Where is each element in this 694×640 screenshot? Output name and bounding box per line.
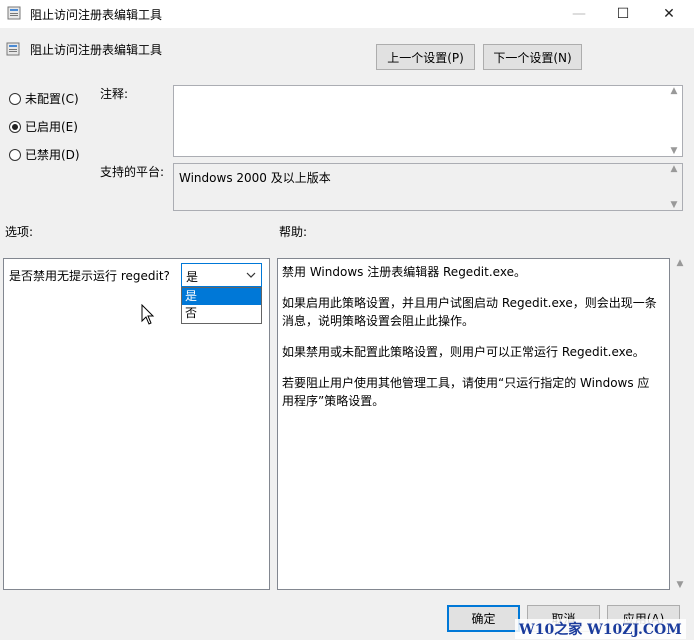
help-paragraph: 禁用 Windows 注册表编辑器 Regedit.exe。 <box>282 265 526 279</box>
radio-label: 未配置(C) <box>25 92 79 106</box>
help-scrollbar[interactable]: ▲ ▼ <box>672 258 688 590</box>
option-question: 是否禁用无提示运行 regedit? <box>9 269 170 283</box>
close-icon: ✕ <box>663 6 675 22</box>
scroll-up-icon[interactable]: ▲ <box>671 86 678 96</box>
minimize-button[interactable]: — <box>556 0 602 28</box>
platform-field: Windows 2000 及以上版本 ▲ ▼ <box>173 163 683 211</box>
platform-scrollbar[interactable]: ▲ ▼ <box>666 164 682 210</box>
title-bar: 阻止访问注册表编辑工具 — ☐ ✕ <box>0 0 694 28</box>
policy-name: 阻止访问注册表编辑工具 <box>30 43 163 57</box>
scroll-down-icon[interactable]: ▼ <box>671 200 678 210</box>
close-button[interactable]: ✕ <box>646 0 692 28</box>
scroll-up-icon[interactable]: ▲ <box>677 258 684 268</box>
previous-setting-button[interactable]: 上一个设置(P) <box>376 44 475 70</box>
next-setting-button[interactable]: 下一个设置(N) <box>483 44 582 70</box>
help-panel: 禁用 Windows 注册表编辑器 Regedit.exe。 如果启用此策略设置… <box>277 258 670 590</box>
help-paragraph: 如果禁用或未配置此策略设置，则用户可以正常运行 Regedit.exe。 <box>282 345 645 359</box>
scroll-up-icon[interactable]: ▲ <box>671 164 678 174</box>
maximize-button[interactable]: ☐ <box>600 0 646 28</box>
minimize-icon: — <box>572 6 586 22</box>
radio-label: 已禁用(D) <box>25 148 80 162</box>
radio-not-configured[interactable]: 未配置(C) <box>9 90 79 107</box>
options-label: 选项: <box>5 225 34 239</box>
maximize-icon: ☐ <box>616 6 630 22</box>
policy-icon <box>6 42 20 56</box>
options-panel: 是否禁用无提示运行 regedit? 是 是 否 <box>3 258 270 590</box>
watermark: W10之家 W10ZJ.COM <box>515 619 686 639</box>
help-paragraph: 如果启用此策略设置，并且用户试图启动 Regedit.exe，则会出现一条消息，… <box>282 296 657 328</box>
radio-circle-disabled[interactable] <box>9 148 21 161</box>
mouse-cursor-icon <box>141 304 155 325</box>
comment-label: 注释: <box>100 87 129 101</box>
option-dropdown[interactable]: 是 <box>181 263 262 287</box>
help-label: 帮助: <box>279 225 308 239</box>
chevron-down-icon <box>246 272 256 278</box>
dropdown-list[interactable]: 是 否 <box>181 287 262 324</box>
comment-scrollbar[interactable]: ▲ ▼ <box>666 86 682 156</box>
platform-value: Windows 2000 及以上版本 <box>179 171 331 185</box>
radio-label: 已启用(E) <box>25 120 78 134</box>
comment-textarea[interactable]: ▲ ▼ <box>173 85 683 157</box>
dropdown-option-no[interactable]: 否 <box>182 305 261 322</box>
radio-disabled[interactable]: 已禁用(D) <box>9 146 80 163</box>
scroll-down-icon[interactable]: ▼ <box>677 580 684 590</box>
radio-enabled[interactable]: 已启用(E) <box>9 118 78 135</box>
radio-circle-enabled[interactable] <box>9 120 21 133</box>
dropdown-option-yes[interactable]: 是 <box>182 288 261 305</box>
radio-circle-not-configured[interactable] <box>9 92 21 105</box>
ok-button[interactable]: 确定 <box>447 605 520 632</box>
help-paragraph: 若要阻止用户使用其他管理工具，请使用“只运行指定的 Windows 应用程序”策… <box>282 376 650 408</box>
dropdown-selected: 是 <box>186 270 199 284</box>
platform-label: 支持的平台: <box>100 165 165 179</box>
policy-setting-icon <box>7 6 21 20</box>
help-scroll-track[interactable]: ▲ ▼ <box>672 258 688 590</box>
window-title: 阻止访问注册表编辑工具 <box>30 8 163 22</box>
scroll-down-icon[interactable]: ▼ <box>671 146 678 156</box>
